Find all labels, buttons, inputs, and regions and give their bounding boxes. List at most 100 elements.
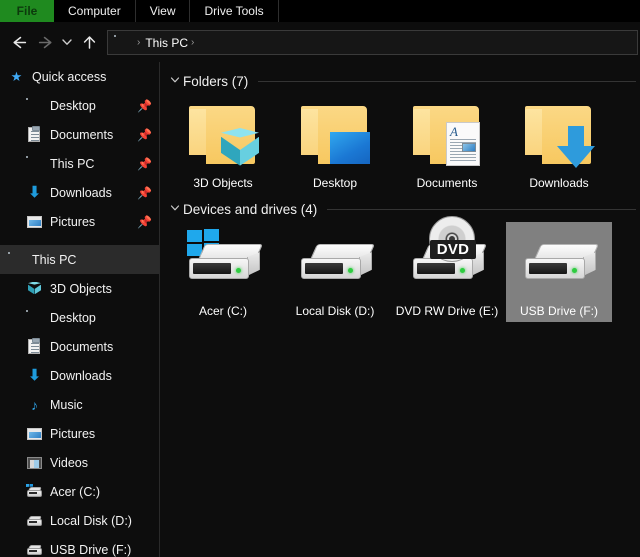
pin-icon[interactable]: 📌	[137, 129, 151, 141]
section-divider	[327, 209, 636, 210]
back-icon[interactable]	[6, 29, 32, 55]
sidebar-group-gap	[0, 236, 159, 245]
grid-item-dvd-rw-drive-e[interactable]: DVD DVD RW Drive (E:)	[391, 220, 503, 318]
grid-item-3d-objects[interactable]: 3D Objects	[167, 92, 279, 190]
sidebar-item-label: Quick access	[32, 70, 137, 84]
folder-documents-icon: A	[409, 100, 485, 172]
sidebar-item-this-pc[interactable]: This PC📌	[0, 149, 159, 178]
downloads-arrow-icon: ⬇	[26, 368, 43, 384]
sidebar-item-usb-drive-f[interactable]: USB Drive (F:)	[0, 535, 159, 557]
drive-icon	[26, 513, 43, 529]
sidebar-item-desktop[interactable]: Desktop	[0, 303, 159, 332]
sidebar-item-videos[interactable]: Videos	[0, 448, 159, 477]
tab-drive-tools[interactable]: Drive Tools	[190, 0, 278, 22]
sidebar-item-documents[interactable]: Documents📌	[0, 120, 159, 149]
section-header-devices-and-drives[interactable]: Devices and drives (4)	[161, 198, 640, 220]
sidebar-item-documents[interactable]: Documents	[0, 332, 159, 361]
grid-item-label: Documents	[395, 176, 499, 190]
document-overlay-icon: A	[446, 122, 480, 166]
hard-drive-icon	[297, 228, 373, 300]
recent-locations-chevron-down-icon[interactable]	[58, 29, 76, 55]
pin-icon[interactable]: 📌	[137, 100, 151, 112]
sidebar-item-label: 3D Objects	[50, 282, 137, 296]
folder-3d-objects-icon	[185, 100, 261, 172]
documents-icon	[26, 339, 43, 355]
ribbon-empty-area	[279, 0, 640, 22]
tab-file[interactable]: File	[0, 0, 54, 22]
dvd-disc-icon: DVD	[429, 216, 477, 258]
grid-item-documents[interactable]: A Documents	[391, 92, 503, 190]
navigation-pane[interactable]: ★Quick accessDesktop📌Documents📌This PC📌⬇…	[0, 62, 160, 557]
grid-item-label: USB Drive (F:)	[507, 304, 611, 318]
download-arrow-overlay-icon	[557, 126, 595, 168]
sidebar-item-pictures[interactable]: Pictures📌	[0, 207, 159, 236]
tab-computer[interactable]: Computer	[54, 0, 136, 22]
sidebar-item-3d-objects[interactable]: 3D Objects	[0, 274, 159, 303]
chevron-down-icon[interactable]	[169, 202, 183, 217]
grid-item-desktop[interactable]: Desktop	[279, 92, 391, 190]
sidebar-item-label: Pictures	[50, 427, 137, 441]
grid-item-label: 3D Objects	[171, 176, 275, 190]
item-grid: Acer (C:) Local Disk (D:)DVD DVD RW Drive …	[161, 220, 640, 318]
sidebar-item-label: Local Disk (D:)	[50, 514, 137, 528]
ribbon-tab-bar: File Computer View Drive Tools	[0, 0, 640, 22]
this-pc-monitor-icon	[26, 156, 43, 172]
sidebar-item-label: USB Drive (F:)	[50, 543, 137, 557]
grid-item-usb-drive-f[interactable]: USB Drive (F:)	[503, 220, 615, 318]
drive-shape	[301, 244, 371, 286]
forward-icon[interactable]	[32, 29, 58, 55]
sidebar-item-label: Videos	[50, 456, 137, 470]
pin-icon[interactable]: 📌	[137, 216, 151, 228]
address-bar[interactable]: › This PC ›	[107, 30, 638, 55]
sidebar-item-pictures[interactable]: Pictures	[0, 419, 159, 448]
sidebar-item-this-pc[interactable]: This PC	[0, 245, 159, 274]
sidebar-item-music[interactable]: ♪Music	[0, 390, 159, 419]
grid-item-label: Acer (C:)	[171, 304, 275, 318]
breadcrumb-this-pc[interactable]: This PC	[145, 36, 188, 50]
up-one-level-icon[interactable]	[76, 29, 102, 55]
sidebar-item-label: Downloads	[50, 369, 137, 383]
item-grid: 3D Objects Desktop A Documents Downloads	[161, 92, 640, 190]
grid-item-acer-c[interactable]: Acer (C:)	[167, 220, 279, 318]
this-pc-monitor-icon	[114, 35, 131, 50]
sidebar-item-downloads[interactable]: ⬇Downloads📌	[0, 178, 159, 207]
desktop-monitor-icon	[26, 310, 43, 326]
drive-shape	[189, 244, 259, 286]
desktop-monitor-icon	[26, 98, 43, 114]
documents-icon	[26, 127, 43, 143]
breadcrumb-separator-trailing[interactable]: ›	[191, 37, 194, 48]
drive-shape	[525, 244, 595, 286]
desktop-overlay-icon	[330, 132, 370, 164]
file-explorer-window: File Computer View Drive Tools	[0, 0, 640, 557]
section-divider	[258, 81, 636, 82]
pin-icon[interactable]: 📌	[137, 158, 151, 170]
sidebar-item-acer-c[interactable]: Acer (C:)	[0, 477, 159, 506]
grid-item-local-disk-d[interactable]: Local Disk (D:)	[279, 220, 391, 318]
downloads-arrow-icon: ⬇	[26, 185, 43, 201]
sidebar-item-label: Pictures	[50, 215, 137, 229]
grid-item-label: Downloads	[507, 176, 611, 190]
sidebar-item-label: Desktop	[50, 99, 137, 113]
content-pane[interactable]: Folders (7) 3D Objects Desktop A Documents Do…	[161, 62, 640, 557]
dvd-drive-icon: DVD	[409, 228, 485, 300]
sidebar-item-label: This PC	[32, 253, 137, 267]
sidebar-item-label: Acer (C:)	[50, 485, 137, 499]
sidebar-item-quick-access[interactable]: ★Quick access	[0, 62, 159, 91]
drive-icon	[26, 542, 43, 557]
grid-item-label: DVD RW Drive (E:)	[395, 304, 499, 318]
section-title: Devices and drives (4)	[183, 202, 317, 217]
pin-icon[interactable]: 📌	[137, 187, 151, 199]
folder-desktop-icon	[297, 100, 373, 172]
chevron-down-icon[interactable]	[169, 74, 183, 89]
section-header-folders[interactable]: Folders (7)	[161, 70, 640, 92]
sidebar-item-label: Music	[50, 398, 137, 412]
sidebar-item-desktop[interactable]: Desktop📌	[0, 91, 159, 120]
sidebar-item-local-disk-d[interactable]: Local Disk (D:)	[0, 506, 159, 535]
windows-drive-icon	[26, 484, 43, 500]
sidebar-item-downloads[interactable]: ⬇ Downloads	[0, 361, 159, 390]
3d-objects-cube-icon	[26, 281, 43, 297]
breadcrumb-separator: ›	[137, 37, 140, 48]
usb-drive-icon	[521, 228, 597, 300]
grid-item-downloads[interactable]: Downloads	[503, 92, 615, 190]
tab-view[interactable]: View	[136, 0, 191, 22]
